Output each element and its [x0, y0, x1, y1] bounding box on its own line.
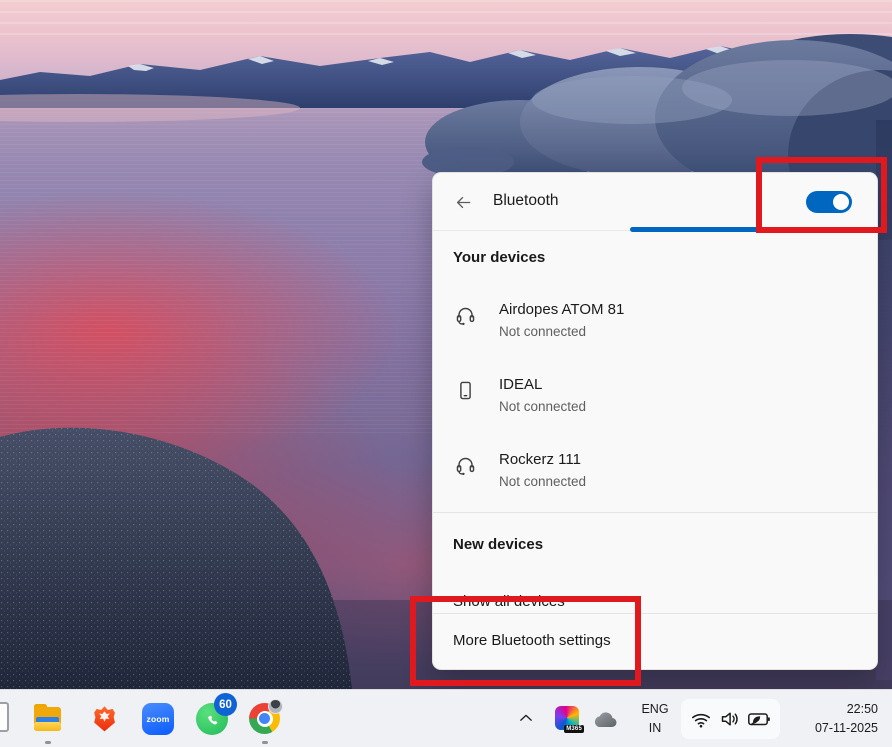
time-text: 22:50: [815, 700, 878, 719]
brave-browser-button[interactable]: [88, 703, 120, 735]
device-row-rockerz[interactable]: Rockerz 111 Not connected: [445, 447, 865, 507]
zoom-icon: zoom: [147, 714, 170, 724]
headset-icon: [453, 454, 477, 477]
device-status: Not connected: [499, 472, 586, 491]
device-status: Not connected: [499, 397, 586, 416]
new-devices-heading: New devices: [453, 536, 543, 553]
quick-settings-button[interactable]: [681, 699, 780, 739]
phone-icon: [453, 379, 477, 402]
device-name: IDEAL: [499, 374, 586, 395]
annotation-box-more-settings: [410, 596, 641, 686]
device-text: Rockerz 111 Not connected: [499, 449, 586, 491]
desktop: Bluetooth Your devices Airdopes ATOM 81 …: [0, 0, 892, 747]
device-name: Airdopes ATOM 81: [499, 299, 624, 320]
file-explorer-button[interactable]: [32, 703, 64, 735]
running-indicator: [262, 741, 268, 744]
device-row-airdopes[interactable]: Airdopes ATOM 81 Not connected: [445, 297, 865, 357]
language-line2: IN: [635, 719, 675, 738]
headset-icon: [453, 304, 477, 327]
chevron-up-icon: [516, 709, 536, 727]
language-switcher[interactable]: ENG IN: [635, 700, 675, 738]
wifi-icon: [690, 708, 712, 730]
clipped-window-icon: [0, 702, 9, 732]
date-text: 07-11-2025: [815, 719, 878, 738]
volume-icon: [719, 708, 741, 730]
back-button[interactable]: [449, 189, 477, 215]
device-row-ideal[interactable]: IDEAL Not connected: [445, 372, 865, 432]
battery-saver-icon: [747, 708, 771, 730]
cloud-icon: [591, 708, 619, 730]
whatsapp-badge: 60: [214, 693, 237, 716]
device-text: Airdopes ATOM 81 Not connected: [499, 299, 624, 341]
m365-badge: M365: [564, 725, 584, 733]
clock[interactable]: 22:50 07-11-2025: [815, 700, 878, 738]
zoom-app-button[interactable]: zoom: [142, 703, 174, 735]
brave-icon: [89, 703, 120, 734]
device-text: IDEAL Not connected: [499, 374, 586, 416]
device-name: Rockerz 111: [499, 449, 586, 470]
chrome-profile-avatar: [268, 699, 283, 714]
hidden-icons-chevron[interactable]: [515, 709, 537, 729]
your-devices-heading: Your devices: [453, 249, 545, 266]
annotation-box-toggle: [756, 157, 887, 233]
device-status: Not connected: [499, 322, 624, 341]
divider: [433, 512, 877, 513]
language-line1: ENG: [635, 700, 675, 719]
taskbar: zoom 60 M365 ENG I: [0, 689, 892, 747]
back-arrow-icon: [454, 193, 473, 212]
copilot-m365-tray-icon[interactable]: M365: [555, 706, 579, 730]
onedrive-tray-icon[interactable]: [591, 708, 619, 730]
running-indicator: [45, 741, 51, 744]
panel-title: Bluetooth: [493, 192, 559, 210]
